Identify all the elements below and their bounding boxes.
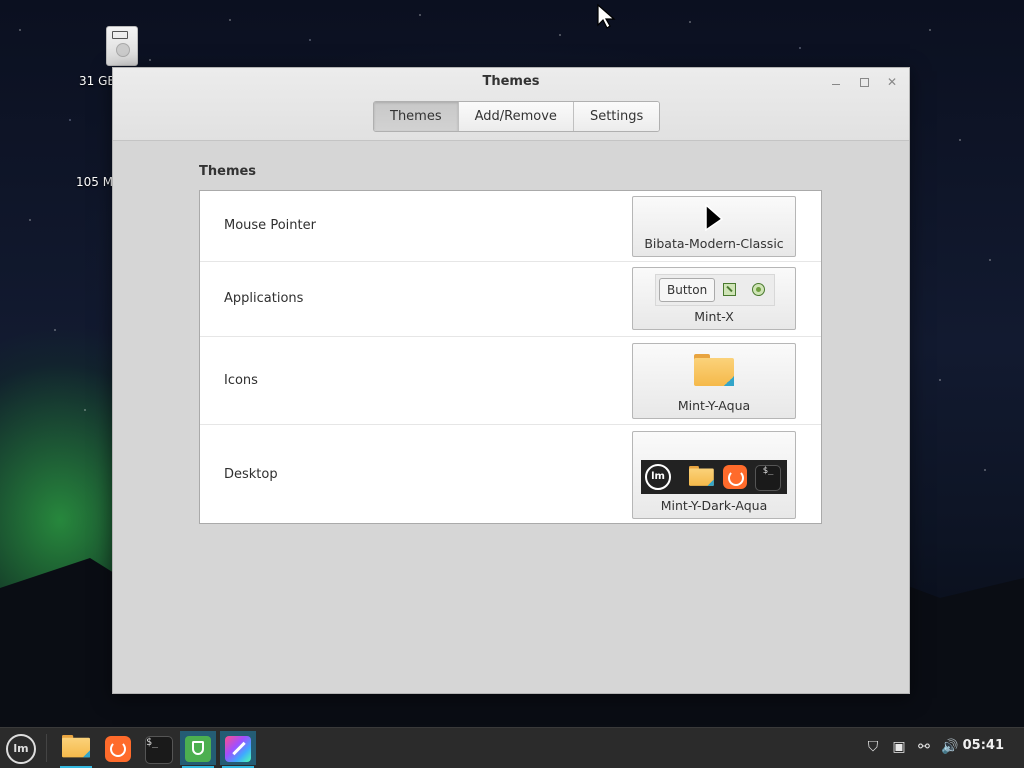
firefox-launcher[interactable] xyxy=(100,731,136,765)
taskbar-separator xyxy=(46,734,47,762)
window-titlebar[interactable]: Themes ✕ Themes Add/Remove Settings xyxy=(113,68,909,141)
applications-chooser-button[interactable]: Button Mint-X xyxy=(632,267,796,330)
clock[interactable]: 05:41 xyxy=(963,738,1004,753)
tab-settings[interactable]: Settings xyxy=(573,102,660,131)
chooser-value: Mint-Y-Aqua xyxy=(677,398,751,413)
chooser-value: Bibata-Modern-Classic xyxy=(644,236,784,251)
radio-icon xyxy=(752,283,765,296)
paintbrush-icon xyxy=(225,736,251,762)
desktop-icon-label: 31 GB xyxy=(79,74,116,88)
row-desktop: Desktop lm $_ Mint-Y-Dark-Aqua xyxy=(200,425,821,523)
row-mouse-pointer: Mouse Pointer Bibata-Modern-Classic xyxy=(200,191,821,262)
taskbar: lm $_ ⛉ ▣ ⚯ 🔊 05:41 xyxy=(0,727,1024,768)
terminal-launcher[interactable]: $_ xyxy=(140,731,176,765)
icons-chooser-button[interactable]: Mint-Y-Aqua xyxy=(632,343,796,419)
terminal-icon: $_ xyxy=(755,465,781,491)
tab-themes[interactable]: Themes xyxy=(374,102,459,131)
mouse-cursor-icon xyxy=(597,3,616,29)
mint-menu-icon: lm xyxy=(645,464,671,490)
pointer-preview-icon xyxy=(705,203,724,232)
files-launcher[interactable] xyxy=(58,731,94,768)
firefox-icon xyxy=(723,465,747,489)
close-icon[interactable]: ✕ xyxy=(884,74,900,90)
drive-icon[interactable] xyxy=(106,26,138,66)
checkbox-icon xyxy=(723,283,736,296)
preview-button: Button xyxy=(659,278,716,302)
chooser-value: Mint-Y-Dark-Aqua xyxy=(660,498,768,513)
section-title: Themes xyxy=(199,164,257,179)
widget-preview: Button xyxy=(655,274,775,306)
update-manager-icon[interactable]: ▣ xyxy=(890,738,908,756)
security-launcher[interactable] xyxy=(180,731,216,768)
row-label: Applications xyxy=(224,291,304,306)
mint-menu-button[interactable]: lm xyxy=(6,734,36,764)
window-title: Themes xyxy=(482,74,540,89)
folder-icon xyxy=(62,735,90,758)
shield-icon xyxy=(185,736,211,762)
row-applications: Applications Button Mint-X xyxy=(200,262,821,337)
mouse-pointer-chooser-button[interactable]: Bibata-Modern-Classic xyxy=(632,196,796,257)
tab-add-remove[interactable]: Add/Remove xyxy=(458,102,574,131)
tab-bar: Themes Add/Remove Settings xyxy=(373,101,661,132)
shield-tray-icon[interactable]: ⛉ xyxy=(864,738,882,756)
row-label: Mouse Pointer xyxy=(224,218,316,233)
folder-icon xyxy=(689,466,714,486)
network-icon[interactable]: ⚯ xyxy=(915,738,933,756)
desktop-theme-preview: lm $_ xyxy=(641,460,787,494)
row-label: Desktop xyxy=(224,467,278,482)
maximize-icon[interactable] xyxy=(856,74,872,90)
firefox-icon xyxy=(105,736,131,762)
desktop-chooser-button[interactable]: lm $_ Mint-Y-Dark-Aqua xyxy=(632,431,796,519)
themes-launcher[interactable] xyxy=(220,731,256,768)
row-label: Icons xyxy=(224,373,258,388)
volume-icon[interactable]: 🔊 xyxy=(941,738,959,756)
minimize-icon[interactable] xyxy=(828,74,844,90)
themes-window: Themes ✕ Themes Add/Remove Settings Them… xyxy=(112,67,910,694)
row-icons: Icons Mint-Y-Aqua xyxy=(200,337,821,425)
desktop-icon-label: 105 M xyxy=(76,175,114,189)
terminal-icon: $_ xyxy=(145,736,173,764)
themes-list: Mouse Pointer Bibata-Modern-Classic Appl… xyxy=(199,190,822,524)
chooser-value: Mint-X xyxy=(694,309,734,324)
folder-icon xyxy=(694,354,734,386)
